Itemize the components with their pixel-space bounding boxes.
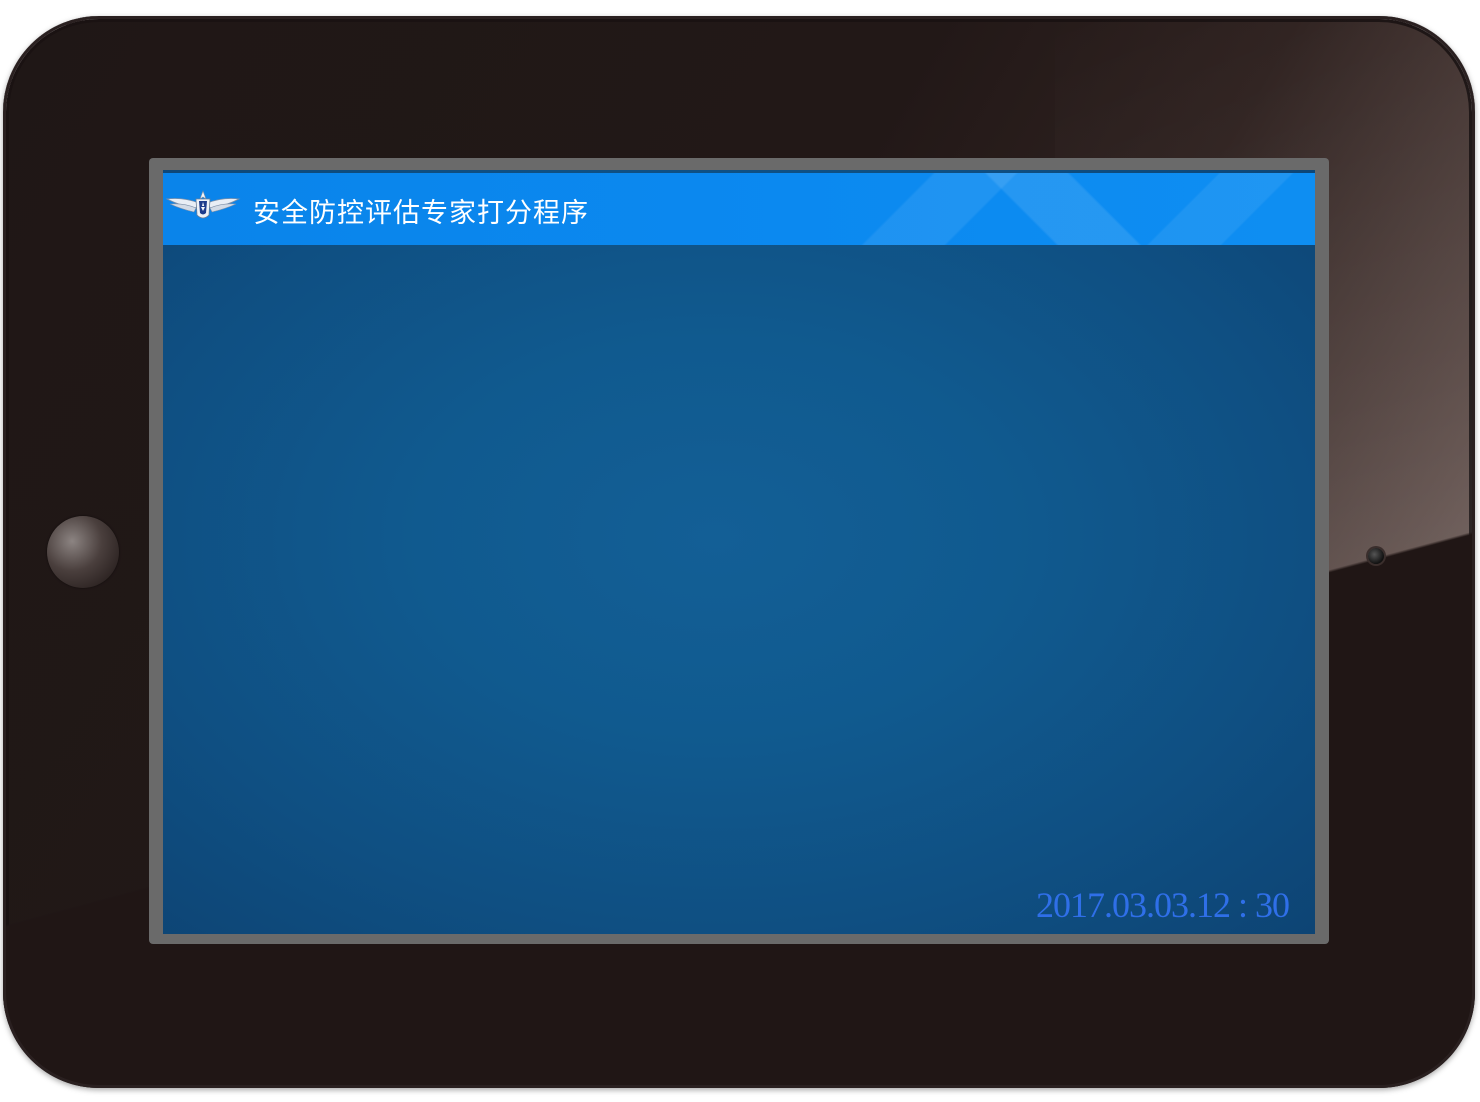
datetime-display: 2017.03.03.12 : 30 bbox=[1035, 885, 1290, 925]
app-title: 安全防控评估专家打分程序 bbox=[253, 198, 589, 229]
title-bar-decoration bbox=[1123, 173, 1315, 245]
front-camera-icon bbox=[1368, 548, 1384, 564]
title-bar: 安全防控评估专家打分程序 bbox=[163, 173, 1315, 245]
air-force-wings-emblem-icon bbox=[165, 190, 241, 219]
home-button-icon[interactable] bbox=[47, 516, 119, 588]
app-screen: 安全防控评估专家打分程序 2017.03.03.12 : 30 bbox=[163, 170, 1315, 934]
